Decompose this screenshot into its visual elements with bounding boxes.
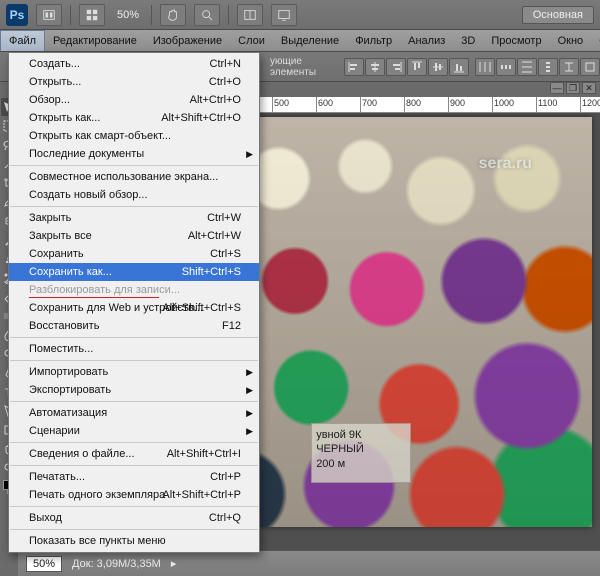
file-menu-item[interactable]: Открыть как...Alt+Shift+Ctrl+O bbox=[9, 109, 259, 127]
menu-image[interactable]: Изображение bbox=[145, 30, 230, 51]
file-menu-item[interactable]: Сценарии▶ bbox=[9, 422, 259, 440]
file-menu-item[interactable]: Сохранить как...Shift+Ctrl+S bbox=[9, 263, 259, 281]
menu-analysis[interactable]: Анализ bbox=[400, 30, 453, 51]
menu-window[interactable]: Окно bbox=[550, 30, 592, 51]
menu-select[interactable]: Выделение bbox=[273, 30, 347, 51]
doc-restore-icon[interactable]: ❐ bbox=[566, 82, 580, 94]
align-bottom-icon[interactable] bbox=[449, 58, 469, 76]
bridge-button[interactable] bbox=[36, 4, 62, 26]
file-menu-item[interactable]: СохранитьCtrl+S bbox=[9, 245, 259, 263]
file-menu-item[interactable]: Открыть...Ctrl+O bbox=[9, 73, 259, 91]
distribute-group bbox=[475, 58, 600, 76]
status-zoom[interactable]: 50% bbox=[26, 556, 62, 572]
distribute-hc-icon[interactable] bbox=[496, 58, 516, 76]
zoom-tool-button[interactable] bbox=[194, 4, 220, 26]
file-menu-item[interactable]: Открыть как смарт-объект... bbox=[9, 127, 259, 145]
document-window-controls: — ❐ ✕ bbox=[550, 82, 596, 94]
product-label: увной 9К ЧЕРНЫЙ 200 м bbox=[311, 423, 411, 483]
align-hcenter-icon[interactable] bbox=[365, 58, 385, 76]
file-menu-item[interactable]: Поместить... bbox=[9, 340, 259, 358]
arrange-docs-button[interactable] bbox=[237, 4, 263, 26]
file-menu-item[interactable]: ЗакрытьCtrl+W bbox=[9, 209, 259, 227]
file-menu-item: Разблокировать для записи... bbox=[9, 281, 259, 299]
status-doc-size: Док: 3,09M/3,35M bbox=[72, 558, 161, 570]
toolbar-zoom[interactable]: 50% bbox=[113, 9, 143, 21]
watermark-text: sera.ru bbox=[479, 155, 532, 173]
hand-tool-button[interactable] bbox=[160, 4, 186, 26]
workspace-button[interactable]: Основная bbox=[522, 6, 594, 24]
menu-file[interactable]: Файл bbox=[0, 30, 45, 51]
distribute-vc-icon[interactable] bbox=[559, 58, 579, 76]
app-logo: Ps bbox=[6, 4, 28, 26]
menu-help[interactable]: Справка bbox=[591, 30, 600, 51]
file-menu-item[interactable]: Создать новый обзор... bbox=[9, 186, 259, 204]
file-menu-item[interactable]: Обзор...Alt+Ctrl+O bbox=[9, 91, 259, 109]
align-left-icon[interactable] bbox=[344, 58, 364, 76]
distribute-h-icon[interactable] bbox=[475, 58, 495, 76]
file-menu-item[interactable]: ВыходCtrl+Q bbox=[9, 509, 259, 527]
doc-minimize-icon[interactable]: — bbox=[550, 82, 564, 94]
view-extras-button[interactable] bbox=[79, 4, 105, 26]
file-menu-item[interactable]: Печать одного экземпляраAlt+Shift+Ctrl+P bbox=[9, 486, 259, 504]
file-menu-dropdown: Создать...Ctrl+NОткрыть...Ctrl+OОбзор...… bbox=[8, 52, 260, 553]
options-label: ующие элементы bbox=[270, 56, 338, 78]
align-right-icon[interactable] bbox=[386, 58, 406, 76]
align-vcenter-icon[interactable] bbox=[428, 58, 448, 76]
file-menu-item[interactable]: Последние документы▶ bbox=[9, 145, 259, 163]
file-menu-item[interactable]: Совместное использование экрана... bbox=[9, 168, 259, 186]
file-menu-item[interactable]: Экспортировать▶ bbox=[9, 381, 259, 399]
file-menu-item[interactable]: ВосстановитьF12 bbox=[9, 317, 259, 335]
menu-bar: Файл Редактирование Изображение Слои Выд… bbox=[0, 30, 600, 52]
file-menu-item[interactable]: Печатать...Ctrl+P bbox=[9, 468, 259, 486]
menu-filter[interactable]: Фильтр bbox=[347, 30, 400, 51]
menu-3d[interactable]: 3D bbox=[453, 30, 483, 51]
status-bar: 50% Док: 3,09M/3,35M ▸ bbox=[18, 550, 600, 576]
doc-close-icon[interactable]: ✕ bbox=[582, 82, 596, 94]
file-menu-item[interactable]: Закрыть всеAlt+Ctrl+W bbox=[9, 227, 259, 245]
app-toolbar: Ps 50% Основная bbox=[0, 0, 600, 30]
menu-view[interactable]: Просмотр bbox=[483, 30, 549, 51]
file-menu-item[interactable]: Создать...Ctrl+N bbox=[9, 55, 259, 73]
menu-edit[interactable]: Редактирование bbox=[45, 30, 145, 51]
align-group bbox=[344, 58, 469, 76]
align-top-icon[interactable] bbox=[407, 58, 427, 76]
file-menu-item[interactable]: Сохранить для Web и устройств...Alt+Shif… bbox=[9, 299, 259, 317]
screen-mode-button[interactable] bbox=[271, 4, 297, 26]
distribute-v-icon[interactable] bbox=[538, 58, 558, 76]
file-menu-item[interactable]: Показать все пункты меню bbox=[9, 532, 259, 550]
file-menu-item[interactable]: Автоматизация▶ bbox=[9, 404, 259, 422]
menu-layers[interactable]: Слои bbox=[230, 30, 273, 51]
distribute-hr-icon[interactable] bbox=[517, 58, 537, 76]
status-arrow-icon[interactable]: ▸ bbox=[171, 557, 177, 570]
file-menu-item[interactable]: Импортировать▶ bbox=[9, 363, 259, 381]
file-menu-item[interactable]: Сведения о файле...Alt+Shift+Ctrl+I bbox=[9, 445, 259, 463]
distribute-vb-icon[interactable] bbox=[580, 58, 600, 76]
